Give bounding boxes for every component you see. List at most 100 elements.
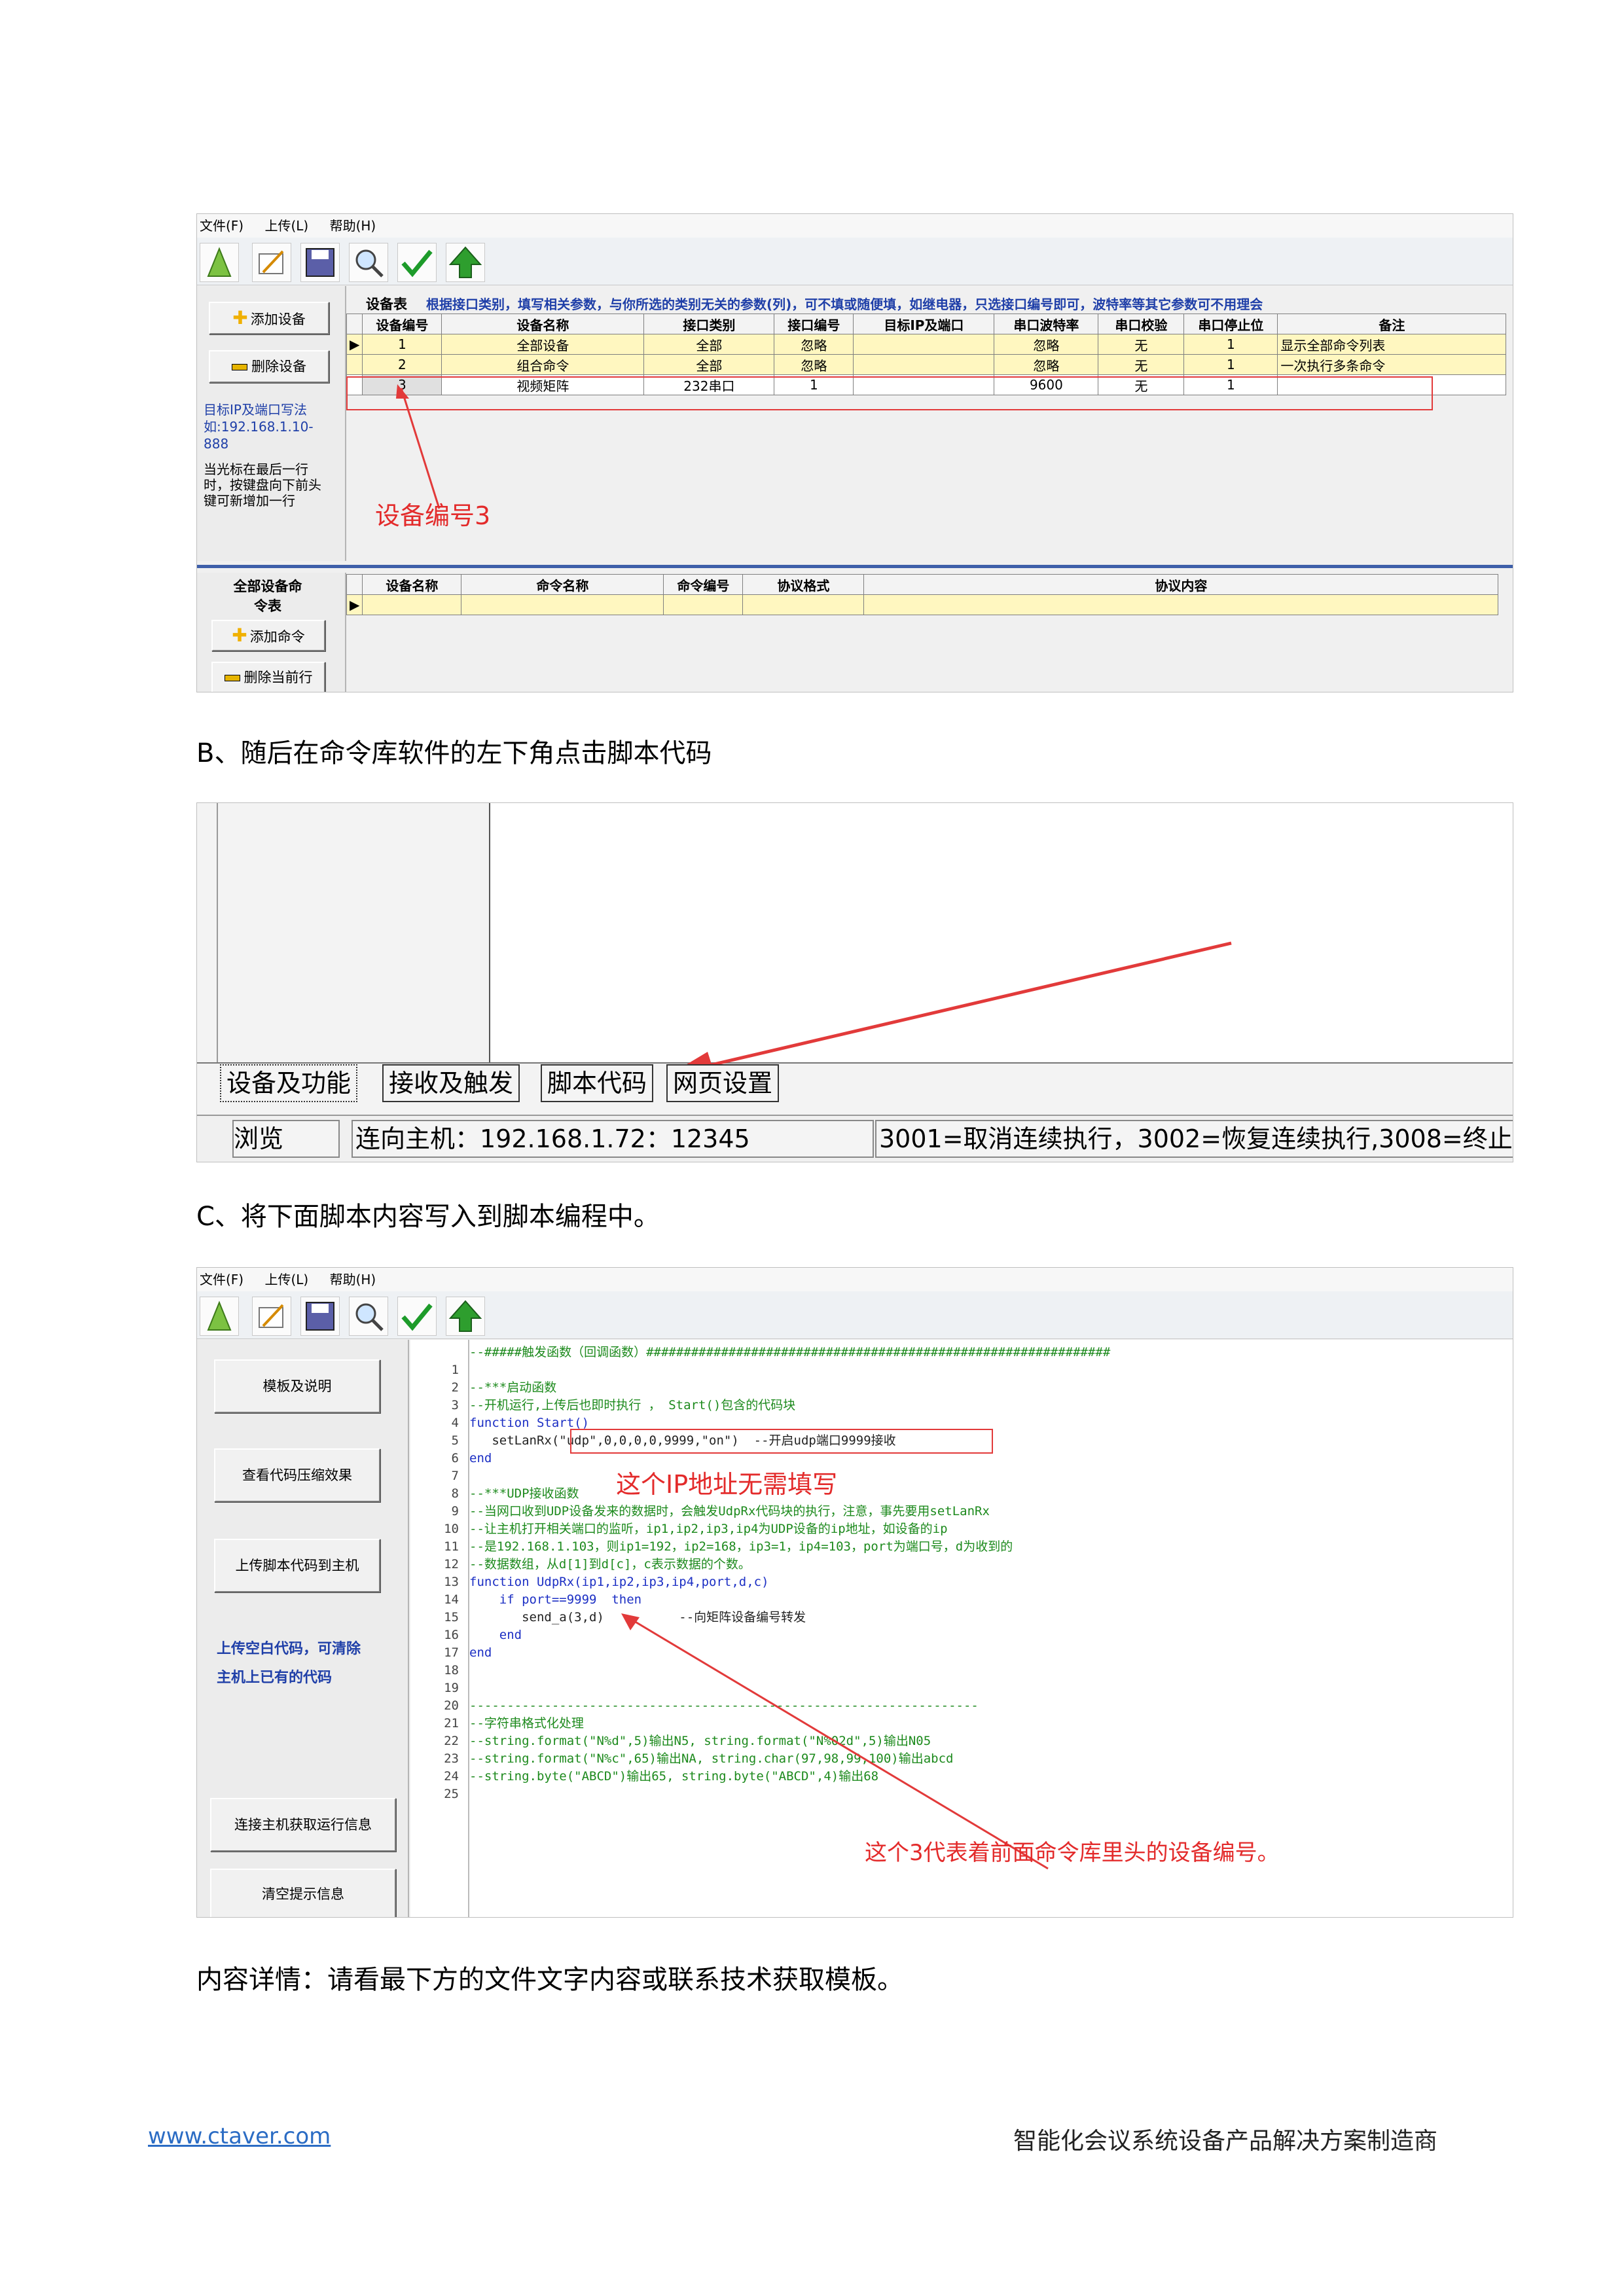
open-icon[interactable] bbox=[200, 243, 239, 282]
code-line[interactable]: --当网口收到UDP设备发来的数据时，会触发UdpRx代码块的执行，注意，事先要… bbox=[469, 1503, 990, 1520]
cell[interactable] bbox=[663, 594, 744, 615]
cell[interactable]: 无 bbox=[1098, 334, 1185, 355]
delete-device-button[interactable]: 删除设备 bbox=[209, 350, 329, 383]
check-icon[interactable] bbox=[397, 243, 437, 282]
edit-icon[interactable] bbox=[252, 243, 291, 282]
edit-icon[interactable] bbox=[252, 1297, 291, 1336]
delete-row-button[interactable]: 删除当前行 bbox=[211, 662, 325, 692]
cell[interactable] bbox=[461, 594, 664, 615]
line-number: 10 bbox=[444, 1522, 459, 1536]
code-line[interactable]: if port==9999 then bbox=[469, 1591, 641, 1609]
code-line[interactable]: --让主机打开相关端口的监听，ip1,ip2,ip3,ip4为UDP设备的ip地… bbox=[469, 1520, 948, 1538]
view-compression-button[interactable]: 查看代码压缩效果 bbox=[214, 1448, 380, 1502]
upload-blank-hint-2: 主机上已有的代码 bbox=[217, 1670, 333, 1686]
cell[interactable]: 2 bbox=[362, 354, 442, 375]
line-number: 13 bbox=[444, 1575, 459, 1589]
line-number: 15 bbox=[444, 1610, 459, 1624]
cell[interactable] bbox=[853, 354, 995, 375]
menu-help[interactable]: 帮助(H) bbox=[330, 1272, 376, 1287]
table-row[interactable]: ▶ 1 全部设备 全部 忽略 忽略 无 1 显示全部命令列表 bbox=[346, 334, 1507, 355]
menu-bar: 文件(F) 上传(L) 帮助(H) bbox=[197, 1268, 1513, 1291]
minus-icon bbox=[232, 364, 247, 370]
cell[interactable]: 1 bbox=[1183, 334, 1278, 355]
status-browse[interactable]: 浏览 bbox=[232, 1120, 340, 1158]
col-command-id: 命令编号 bbox=[663, 574, 744, 595]
plus-icon: ✚ bbox=[232, 307, 248, 329]
tab-device-functions[interactable]: 设备及功能 bbox=[220, 1064, 358, 1102]
row-selector[interactable]: ▶ bbox=[346, 334, 363, 355]
save-icon[interactable] bbox=[300, 243, 340, 282]
code-line[interactable]: end bbox=[469, 1644, 492, 1662]
tab-receive-trigger[interactable]: 接收及触发 bbox=[382, 1064, 520, 1102]
row-selector[interactable]: ▶ bbox=[346, 594, 363, 615]
cell[interactable]: 组合命令 bbox=[441, 354, 645, 375]
code-line[interactable]: --***启动函数 bbox=[469, 1379, 556, 1397]
save-icon[interactable] bbox=[300, 1297, 340, 1336]
clear-messages-button[interactable]: 清空提示信息 bbox=[210, 1869, 396, 1917]
cell[interactable]: 忽略 bbox=[994, 334, 1099, 355]
code-line[interactable]: --开机运行,上传后也即时执行 ， Start()包含的代码块 bbox=[469, 1397, 795, 1414]
cell[interactable]: 全部 bbox=[643, 334, 775, 355]
code-line[interactable]: --#####触发函数（回调函数）#######################… bbox=[469, 1344, 1110, 1361]
device-command-window: 文件(F) 上传(L) 帮助(H) ✚ 添加设备 删除设备 目标IP及端口写法如:… bbox=[196, 213, 1513, 692]
menu-upload[interactable]: 上传(L) bbox=[264, 218, 308, 234]
cell[interactable]: 显示全部命令列表 bbox=[1277, 334, 1507, 355]
upload-script-button[interactable]: 上传脚本代码到主机 bbox=[214, 1539, 380, 1592]
cell[interactable] bbox=[863, 594, 1499, 615]
toolbar bbox=[197, 238, 1513, 285]
add-command-button[interactable]: ✚ 添加命令 bbox=[211, 620, 325, 651]
add-device-button[interactable]: ✚ 添加设备 bbox=[209, 302, 329, 334]
menu-help[interactable]: 帮助(H) bbox=[330, 218, 376, 234]
table-row[interactable]: ▶ bbox=[346, 594, 1499, 615]
upload-arrow-icon[interactable] bbox=[446, 243, 485, 282]
cell[interactable]: 无 bbox=[1098, 354, 1185, 375]
tab-script-code[interactable]: 脚本代码 bbox=[541, 1064, 654, 1102]
line-numbers: 1 2 3 4 5 6 7 8 9 10 11 12 13 14 15 16 1… bbox=[420, 1344, 459, 1821]
code-line[interactable]: --数据数组，从d[1]到d[c]，c表示数据的个数。 bbox=[469, 1556, 751, 1573]
col-target-ip: 目标IP及端口 bbox=[853, 314, 995, 334]
row-selector[interactable] bbox=[346, 354, 363, 375]
col-remark: 备注 bbox=[1277, 314, 1507, 334]
search-icon[interactable] bbox=[349, 1297, 388, 1336]
menu-file[interactable]: 文件(F) bbox=[200, 218, 244, 234]
heading-c: C、将下面脚本内容写入到脚本编程中。 bbox=[196, 1202, 660, 1232]
line-number: 21 bbox=[444, 1716, 459, 1731]
cell[interactable]: 1 bbox=[362, 334, 442, 355]
menu-bar: 文件(F) 上传(L) 帮助(H) bbox=[197, 214, 1513, 238]
code-line[interactable]: --***UDP接收函数 bbox=[469, 1485, 579, 1503]
device-left-pane: ✚ 添加设备 删除设备 目标IP及端口写法如:192.168.1.10-888 当… bbox=[197, 286, 346, 561]
menu-upload[interactable]: 上传(L) bbox=[264, 1272, 308, 1287]
line-number: 1 bbox=[451, 1363, 459, 1377]
cell[interactable]: 忽略 bbox=[774, 354, 854, 375]
template-help-button[interactable]: 模板及说明 bbox=[214, 1359, 380, 1413]
cell[interactable]: 忽略 bbox=[774, 334, 854, 355]
connect-host-button[interactable]: 连接主机获取运行信息 bbox=[210, 1798, 396, 1852]
cell[interactable]: 一次执行多条命令 bbox=[1277, 354, 1507, 375]
table-row[interactable]: 2 组合命令 全部 忽略 忽略 无 1 一次执行多条命令 bbox=[346, 354, 1507, 375]
cell[interactable]: 全部设备 bbox=[441, 334, 645, 355]
highlight-row-3-box bbox=[346, 376, 1433, 410]
check-icon[interactable] bbox=[397, 1297, 437, 1336]
open-icon[interactable] bbox=[200, 1297, 239, 1336]
cell[interactable] bbox=[853, 334, 995, 355]
cell[interactable] bbox=[742, 594, 865, 615]
code-line[interactable]: function UdpRx(ip1,ip2,ip3,ip4,port,d,c) bbox=[469, 1573, 769, 1591]
line-number: 6 bbox=[451, 1451, 459, 1465]
code-line[interactable]: end bbox=[469, 1450, 492, 1467]
cell[interactable]: 忽略 bbox=[994, 354, 1099, 375]
command-table: 设备名称 命令名称 命令编号 协议格式 协议内容 ▶ bbox=[346, 574, 1499, 615]
code-line[interactable]: end bbox=[469, 1626, 522, 1644]
col-baud-rate: 串口波特率 bbox=[994, 314, 1099, 334]
line-number: 16 bbox=[444, 1628, 459, 1642]
code-line[interactable]: --字符串格式化处理 bbox=[469, 1715, 584, 1732]
cell[interactable] bbox=[362, 594, 462, 615]
upload-arrow-icon[interactable] bbox=[446, 1297, 485, 1336]
footer-url[interactable]: www.ctaver.com bbox=[148, 2123, 331, 2149]
tab-web-settings[interactable]: 网页设置 bbox=[666, 1064, 780, 1102]
cursor-hint: 当光标在最后一行时，按键盘向下前头键可新增加一行 bbox=[204, 461, 321, 509]
search-icon[interactable] bbox=[349, 243, 388, 282]
menu-file[interactable]: 文件(F) bbox=[200, 1272, 244, 1287]
cell[interactable]: 全部 bbox=[643, 354, 775, 375]
code-line[interactable]: --是192.168.1.103，则ip1=192，ip2=168，ip3=1，… bbox=[469, 1538, 1013, 1556]
cell[interactable]: 1 bbox=[1183, 354, 1278, 375]
